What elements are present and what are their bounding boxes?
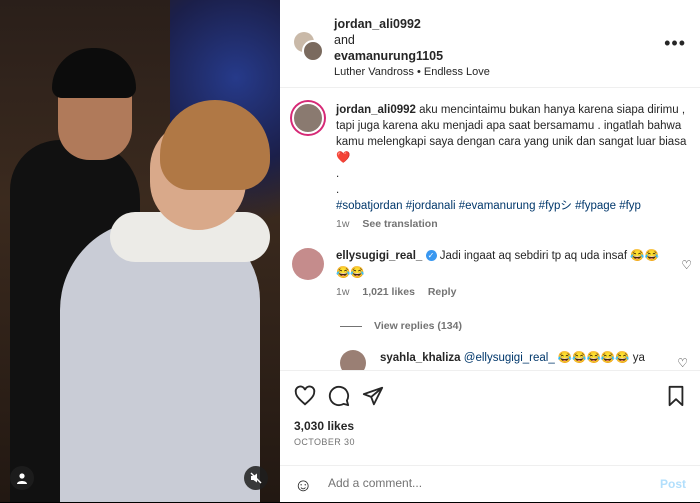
reply-item: syahla_khaliza @ellysugigi_real_ 😂😂😂😂😂 y… bbox=[340, 350, 688, 370]
woman-figure bbox=[60, 220, 260, 502]
post-modal: jordan_ali0992 and evamanurung1105 Luthe… bbox=[0, 0, 700, 502]
reply-like-button[interactable]: ♡ bbox=[677, 356, 688, 370]
tagged-users-button[interactable] bbox=[10, 466, 34, 490]
divider bbox=[340, 325, 362, 327]
smiley-icon: ☺ bbox=[294, 475, 313, 495]
save-button[interactable] bbox=[666, 385, 686, 413]
emoji-button[interactable]: ☺ bbox=[294, 475, 312, 496]
caption-time: 1w bbox=[336, 218, 350, 230]
add-comment-bar: ☺ Post bbox=[280, 465, 700, 503]
view-replies-label: View replies (134) bbox=[374, 320, 462, 332]
more-horizontal-icon: ••• bbox=[664, 33, 686, 53]
comment-button[interactable] bbox=[328, 385, 350, 413]
and-text: and bbox=[334, 33, 355, 47]
post-side-panel: jordan_ali0992 and evamanurung1105 Luthe… bbox=[280, 0, 700, 502]
share-button[interactable] bbox=[362, 385, 384, 413]
reply-username[interactable]: syahla_khaliza bbox=[380, 352, 461, 364]
man-hair bbox=[52, 48, 136, 98]
comment-icon bbox=[328, 385, 350, 407]
comment-time: 1w bbox=[336, 286, 350, 298]
reply-button[interactable]: Reply bbox=[428, 286, 457, 298]
hashtags[interactable]: #sobatjordan #jordanali #evamanurung #fy… bbox=[336, 198, 692, 214]
like-button[interactable] bbox=[294, 385, 316, 413]
heart-outline-icon: ♡ bbox=[677, 356, 688, 370]
avatar[interactable] bbox=[340, 350, 366, 370]
caption-text: jordan_ali0992 aku mencintaimu bukan han… bbox=[336, 102, 692, 214]
heart-icon bbox=[294, 385, 316, 406]
comments-scroll-area[interactable]: jordan_ali0992 aku mencintaimu bukan han… bbox=[280, 88, 700, 370]
avatar[interactable] bbox=[302, 40, 324, 62]
comment-likes[interactable]: 1,021 likes bbox=[362, 286, 415, 298]
caption-meta: 1w See translation bbox=[336, 218, 692, 230]
avatar[interactable] bbox=[292, 102, 324, 134]
speaker-muted-icon bbox=[250, 472, 262, 484]
heart-outline-icon: ♡ bbox=[681, 258, 692, 272]
comment-text: ellysugigi_real_ ✓ Jadi ingaat aq sebdir… bbox=[336, 248, 670, 282]
post-button[interactable]: Post bbox=[660, 477, 686, 491]
reply-body: 😂😂😂😂😂 ya bbox=[557, 352, 645, 364]
more-options-button[interactable]: ••• bbox=[664, 33, 686, 53]
reply-text: syahla_khaliza @ellysugigi_real_ 😂😂😂😂😂 y… bbox=[380, 350, 666, 367]
send-icon bbox=[362, 386, 384, 406]
bookmark-icon bbox=[668, 385, 684, 407]
post-date: OCTOBER 30 bbox=[294, 437, 355, 447]
caption-dot: . bbox=[336, 184, 340, 196]
post-authors: jordan_ali0992 and evamanurung1105 bbox=[334, 16, 443, 64]
user-icon bbox=[17, 473, 27, 484]
verified-badge-icon: ✓ bbox=[425, 250, 437, 262]
author-username[interactable]: jordan_ali0992 bbox=[334, 16, 443, 32]
comment-like-button[interactable]: ♡ bbox=[681, 258, 692, 272]
post-caption: jordan_ali0992 aku mencintaimu bukan han… bbox=[292, 102, 692, 230]
see-translation-link[interactable]: See translation bbox=[362, 218, 437, 230]
view-replies-button[interactable]: View replies (134) bbox=[340, 320, 462, 332]
caption-dot: . bbox=[336, 168, 340, 180]
mute-button[interactable] bbox=[244, 466, 268, 490]
post-header: jordan_ali0992 and evamanurung1105 Luthe… bbox=[280, 0, 700, 88]
post-actions: 3,030 likes OCTOBER 30 ☺ Post bbox=[280, 370, 700, 502]
reply-mention[interactable]: @ellysugigi_real_ bbox=[464, 352, 555, 364]
coauthor-username[interactable]: evamanurung1105 bbox=[334, 48, 443, 64]
post-video[interactable] bbox=[0, 0, 280, 502]
comment-meta: 1w 1,021 likes Reply bbox=[336, 286, 692, 298]
comment-input[interactable] bbox=[328, 476, 648, 490]
comment-username[interactable]: ellysugigi_real_ bbox=[336, 250, 422, 262]
likes-count[interactable]: 3,030 likes bbox=[294, 419, 354, 433]
comment-item: ellysugigi_real_ ✓ Jadi ingaat aq sebdir… bbox=[292, 248, 692, 298]
avatar[interactable] bbox=[292, 248, 324, 280]
caption-username[interactable]: jordan_ali0992 bbox=[336, 104, 416, 116]
audio-link[interactable]: Luther Vandross • Endless Love bbox=[334, 66, 490, 78]
heart-emoji: ❤️ bbox=[336, 152, 351, 164]
